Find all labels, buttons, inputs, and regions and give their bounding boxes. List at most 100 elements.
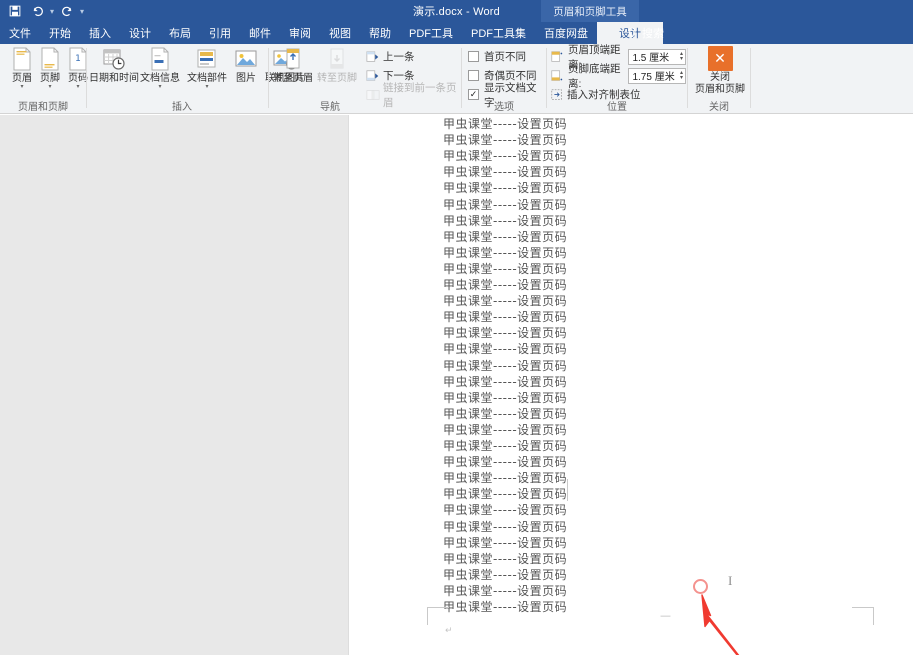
group-label-position: 位置 — [607, 102, 627, 113]
document-canvas[interactable]: 甲虫课堂-----设置页码 甲虫课堂-----设置页码 甲虫课堂-----设置页码甲… — [0, 115, 913, 655]
page-number-button-label: 页码 — [68, 73, 88, 84]
document-line[interactable]: 甲虫课堂-----设置页码 — [443, 179, 567, 196]
tab-references[interactable]: 引用 — [200, 22, 240, 44]
previous-icon — [366, 50, 379, 62]
group-label-close: 关闭 — [709, 102, 729, 113]
tab-view[interactable]: 视图 — [320, 22, 360, 44]
previous-section-button[interactable]: 上一条 — [366, 48, 415, 65]
date-time-icon — [103, 49, 125, 70]
document-line[interactable]: 甲虫课堂-----设置页码 — [443, 340, 567, 357]
document-line[interactable]: 甲虫课堂-----设置页码 — [443, 582, 567, 599]
group-divider — [86, 48, 87, 108]
goto-footer-button: 转至页脚 — [314, 46, 360, 102]
footer-distance-input[interactable]: 1.75 厘米 ▴ ▾ — [628, 67, 686, 84]
spinner-arrows[interactable]: ▴ ▾ — [680, 51, 683, 62]
header-distance-value: 1.5 厘米 — [632, 53, 670, 64]
document-line[interactable]: 甲虫课堂-----设置页码 — [443, 196, 567, 213]
group-label-options: 选项 — [494, 102, 514, 113]
document-line[interactable]: 甲虫课堂-----设置页码 — [443, 550, 567, 567]
header-distance-input[interactable]: 1.5 厘米 ▴ ▾ — [628, 48, 686, 65]
close-x-icon: ✕ — [707, 46, 733, 71]
link-to-previous-label: 链接到前一条页眉 — [383, 81, 457, 109]
document-line[interactable]: 甲虫课堂-----设置页码 — [443, 469, 567, 486]
ribbon-group-header-footer: 页眉 ▾ 页脚 ▾ 1 页码 ▾ 页眉和页脚 — [0, 44, 88, 114]
chevron-down-icon[interactable]: ▾ — [48, 84, 51, 90]
footer-page-number-placeholder[interactable]: — — [660, 609, 671, 622]
footer-distance-field[interactable]: 页脚底端距离: 1.75 厘米 ▴ ▾ — [550, 63, 686, 90]
tab-help[interactable]: 帮助 — [360, 22, 400, 44]
document-line[interactable]: 甲虫课堂-----设置页码 — [443, 598, 567, 615]
document-line[interactable]: 甲虫课堂-----设置页码 — [443, 147, 567, 164]
document-line[interactable]: 甲虫课堂-----设置页码 — [443, 276, 567, 293]
quick-parts-button-label: 文档部件 — [187, 73, 227, 84]
document-line[interactable]: 甲虫课堂-----设置页码 — [443, 453, 567, 470]
document-line[interactable]: 甲虫课堂-----设置页码 — [443, 324, 567, 341]
text-cursor: I — [728, 573, 733, 588]
document-line[interactable]: 甲虫课堂-----设置页码 — [443, 566, 567, 583]
document-line[interactable]: 甲虫课堂-----设置页码 — [443, 131, 567, 148]
document-line[interactable]: 甲虫课堂-----设置页码 — [443, 501, 567, 518]
search-box[interactable]: 搜索 — [626, 22, 664, 44]
document-line[interactable]: 甲虫课堂-----设置页码 — [443, 405, 567, 422]
document-line[interactable]: 甲虫课堂-----设置页码 — [443, 518, 567, 535]
contextual-tab-group-label: 页眉和页脚工具 — [541, 0, 639, 22]
chevron-down-icon[interactable]: ▾ — [20, 84, 23, 90]
document-line[interactable]: 甲虫课堂-----设置页码 — [443, 485, 567, 502]
next-icon — [366, 69, 379, 81]
document-line[interactable]: 甲虫课堂-----设置页码 — [443, 389, 567, 406]
tab-insert[interactable]: 插入 — [80, 22, 120, 44]
footer-paragraph-mark: ↵ — [445, 625, 453, 635]
document-line[interactable]: 甲虫课堂-----设置页码 — [443, 437, 567, 454]
ribbon-group-navigation: 转至页眉 转至页脚 上一条 下一条 链接到前一条页眉 导航 — [270, 44, 460, 114]
footer-margin-corner-left — [427, 607, 449, 625]
text-selection-caret — [567, 479, 568, 501]
different-first-page-label: 首页不同 — [484, 51, 526, 63]
document-line[interactable]: 甲虫课堂-----设置页码 — [443, 534, 567, 551]
quick-parts-button[interactable]: 文档部件 ▾ — [183, 46, 231, 102]
picture-button[interactable]: 图片 — [229, 46, 263, 102]
document-line[interactable]: 甲虫课堂-----设置页码 — [443, 244, 567, 261]
tab-pdf-tools[interactable]: PDF工具 — [400, 22, 462, 44]
document-info-button[interactable]: 文档信息 ▾ — [136, 46, 184, 102]
document-line[interactable]: 甲虫课堂-----设置页码 — [443, 163, 567, 180]
ribbon: 页眉 ▾ 页脚 ▾ 1 页码 ▾ 页眉和页脚 日期和时间 文档信息 ▾ 文档部件… — [0, 44, 913, 114]
title-bar: ▾ ▾ 演示.docx - Word 页眉和页脚工具 — [0, 0, 913, 22]
click-ring — [693, 579, 708, 594]
tab-layout[interactable]: 布局 — [160, 22, 200, 44]
document-info-button-label: 文档信息 — [140, 73, 180, 84]
tab-pdf-toolset[interactable]: PDF工具集 — [462, 22, 535, 44]
word-window: ▾ ▾ 演示.docx - Word 页眉和页脚工具 文件 开始 插入 设计 布… — [0, 0, 913, 655]
date-time-button[interactable]: 日期和时间 — [88, 46, 140, 102]
tab-home[interactable]: 开始 — [40, 22, 80, 44]
document-line[interactable]: 甲虫课堂-----设置页码 — [443, 228, 567, 245]
document-line[interactable]: 甲虫课堂-----设置页码 — [443, 373, 567, 390]
document-page[interactable]: 甲虫课堂-----设置页码 甲虫课堂-----设置页码 甲虫课堂-----设置页码甲… — [348, 115, 913, 655]
ribbon-group-insert: 日期和时间 文档信息 ▾ 文档部件 ▾ 图片 联机图片 插入 — [88, 44, 305, 114]
document-line[interactable]: 甲虫课堂-----设置页码 — [443, 308, 567, 325]
chevron-down-icon[interactable]: ▾ — [158, 84, 161, 90]
svg-text:1: 1 — [75, 54, 81, 64]
different-first-page-checkbox[interactable]: 首页不同 — [468, 48, 526, 65]
document-line[interactable]: 甲虫课堂-----设置页码 — [443, 357, 567, 374]
group-divider — [750, 48, 751, 108]
checkbox-box[interactable] — [468, 51, 479, 62]
chevron-down-icon[interactable]: ▾ — [76, 84, 79, 90]
goto-footer-icon — [330, 48, 344, 69]
spinner-arrows[interactable]: ▴ ▾ — [680, 70, 683, 81]
goto-header-button-label: 转至页眉 — [273, 73, 313, 84]
document-line[interactable]: 甲虫课堂-----设置页码 — [443, 115, 567, 132]
close-header-footer-button[interactable]: ✕ 关闭 页眉和页脚 — [689, 46, 751, 102]
group-divider — [546, 48, 547, 108]
checkbox-box[interactable] — [468, 70, 479, 81]
document-line[interactable]: 甲虫课堂-----设置页码 — [443, 260, 567, 277]
tab-mailings[interactable]: 邮件 — [240, 22, 280, 44]
tab-review[interactable]: 审阅 — [280, 22, 320, 44]
ribbon-group-position: 页眉顶端距离: 1.5 厘米 ▴ ▾ 页脚底端距离: 1.75 厘米 ▴ ▾ 插… — [548, 44, 686, 114]
chevron-down-icon[interactable]: ▾ — [205, 84, 208, 90]
document-line[interactable]: 甲虫课堂-----设置页码 — [443, 212, 567, 229]
tab-design[interactable]: 设计 — [120, 22, 160, 44]
document-line[interactable]: 甲虫课堂-----设置页码 — [443, 421, 567, 438]
document-line[interactable]: 甲虫课堂-----设置页码 — [443, 292, 567, 309]
goto-header-button[interactable]: 转至页眉 — [270, 46, 316, 102]
tab-file[interactable]: 文件 — [0, 22, 40, 44]
